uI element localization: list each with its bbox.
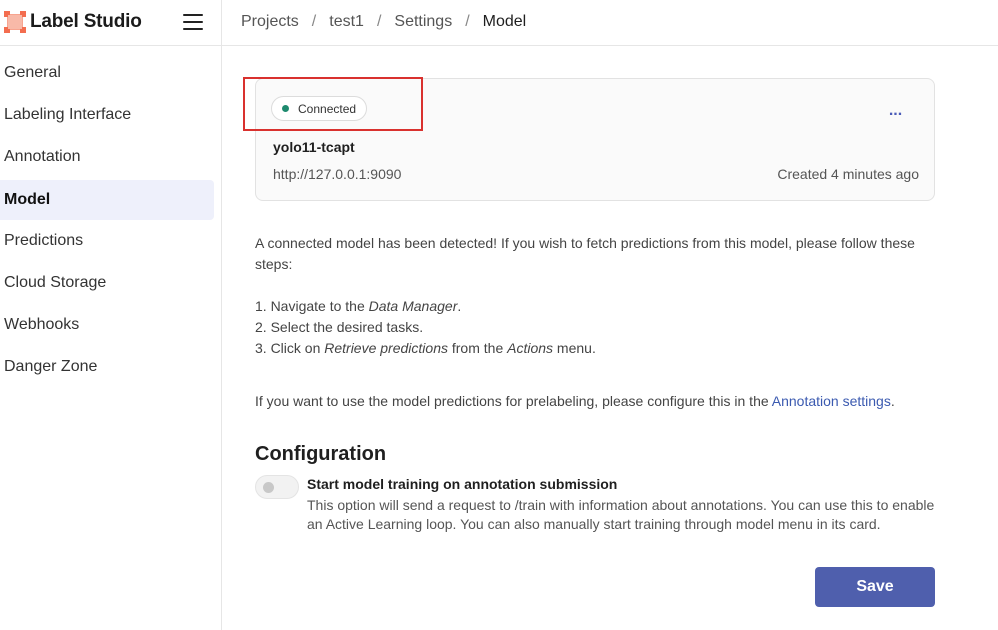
- breadcrumb-current: Model: [482, 13, 527, 30]
- model-detected-text: A connected model has been detected! If …: [255, 235, 915, 272]
- sidebar-item-predictions[interactable]: Predictions: [0, 221, 214, 261]
- breadcrumb-separator: /: [465, 13, 470, 30]
- prelabel-text: If you want to use the model predictions…: [255, 391, 945, 412]
- annotation-settings-link[interactable]: Annotation settings: [772, 393, 891, 409]
- breadcrumb-separator: /: [376, 13, 382, 30]
- model-menu-button[interactable]: ...: [873, 96, 918, 132]
- settings-sidebar: General Labeling Interface Annotation Mo…: [0, 46, 222, 630]
- breadcrumb-projects[interactable]: Projects: [241, 13, 299, 31]
- model-created-time: Created 4 minutes ago: [777, 166, 919, 182]
- breadcrumb: Projects / test1 / Settings / Model: [241, 13, 526, 31]
- step-1-emphasis: Data Manager: [368, 298, 458, 314]
- breadcrumb-separator: /: [311, 13, 317, 30]
- breadcrumb-project[interactable]: test1: [329, 13, 364, 31]
- configuration-title: Configuration: [255, 443, 387, 465]
- save-button[interactable]: Save: [815, 567, 935, 607]
- sidebar-item-annotation[interactable]: Annotation: [0, 137, 214, 177]
- training-toggle[interactable]: [255, 475, 299, 499]
- step-3-emphasis-retrieve: Retrieve predictions: [324, 340, 448, 356]
- highlight-box: [243, 77, 423, 131]
- top-bar: Label Studio Projects / test1 / Settings…: [0, 0, 998, 46]
- training-toggle-description: This option will send a request to /trai…: [307, 497, 935, 532]
- menu-icon[interactable]: [183, 14, 203, 30]
- step-3-mid: from the: [447, 340, 508, 356]
- step-3-suffix: menu.: [553, 340, 596, 356]
- sidebar-item-danger-zone[interactable]: Danger Zone: [0, 347, 214, 387]
- model-url: http://127.0.0.1:9090: [273, 166, 402, 182]
- sidebar-item-webhooks[interactable]: Webhooks: [0, 305, 214, 345]
- prelabel-suffix: .: [890, 393, 895, 409]
- step-1-suffix: .: [457, 298, 462, 314]
- step-3: 3. Click on Retrieve predictions from th…: [255, 338, 945, 359]
- label-studio-logo-icon: [4, 11, 26, 33]
- step-3-prefix: 3. Click on: [255, 340, 325, 356]
- training-toggle-label: Start model training on annotation submi…: [307, 476, 618, 492]
- sidebar-item-model[interactable]: Model: [0, 180, 214, 220]
- app-name: Label Studio: [30, 11, 142, 32]
- logo-area: Label Studio: [0, 0, 222, 46]
- prelabel-prefix: If you want to use the model predictions…: [255, 393, 772, 409]
- sidebar-item-cloud-storage[interactable]: Cloud Storage: [0, 263, 214, 303]
- sidebar-item-labeling-interface[interactable]: Labeling Interface: [0, 95, 214, 135]
- step-1-prefix: 1. Navigate to the: [255, 298, 369, 314]
- breadcrumb-settings[interactable]: Settings: [394, 13, 452, 31]
- sidebar-item-general[interactable]: General: [0, 53, 214, 93]
- step-2: 2. Select the desired tasks.: [255, 319, 424, 335]
- step-1: 1. Navigate to the Data Manager.: [255, 296, 945, 317]
- model-name: yolo11-tcapt: [273, 139, 355, 155]
- step-3-emphasis-actions: Actions: [507, 340, 554, 356]
- toggle-knob: [263, 482, 274, 493]
